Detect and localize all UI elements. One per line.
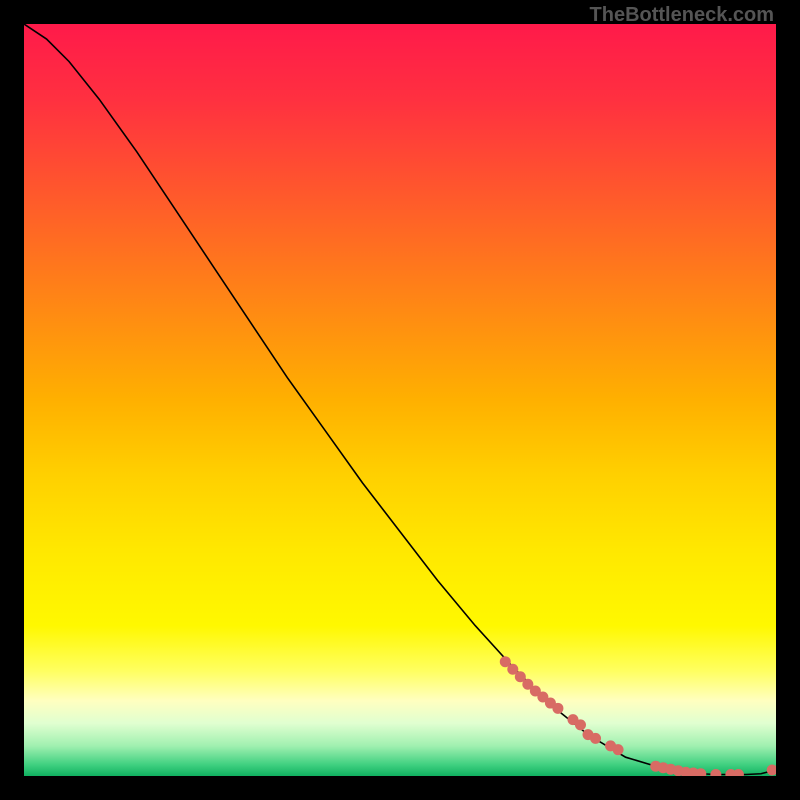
chart-curve <box>24 24 776 775</box>
chart-marker <box>613 744 624 755</box>
chart-marker <box>575 719 586 730</box>
chart-marker <box>733 769 744 776</box>
chart-markers <box>500 656 776 776</box>
watermark-text: TheBottleneck.com <box>590 4 774 27</box>
chart-marker <box>767 764 776 775</box>
chart-marker <box>552 703 563 714</box>
chart-plot-area <box>24 24 776 776</box>
chart-line-layer <box>24 24 776 776</box>
chart-marker <box>590 733 601 744</box>
chart-marker <box>710 769 721 776</box>
